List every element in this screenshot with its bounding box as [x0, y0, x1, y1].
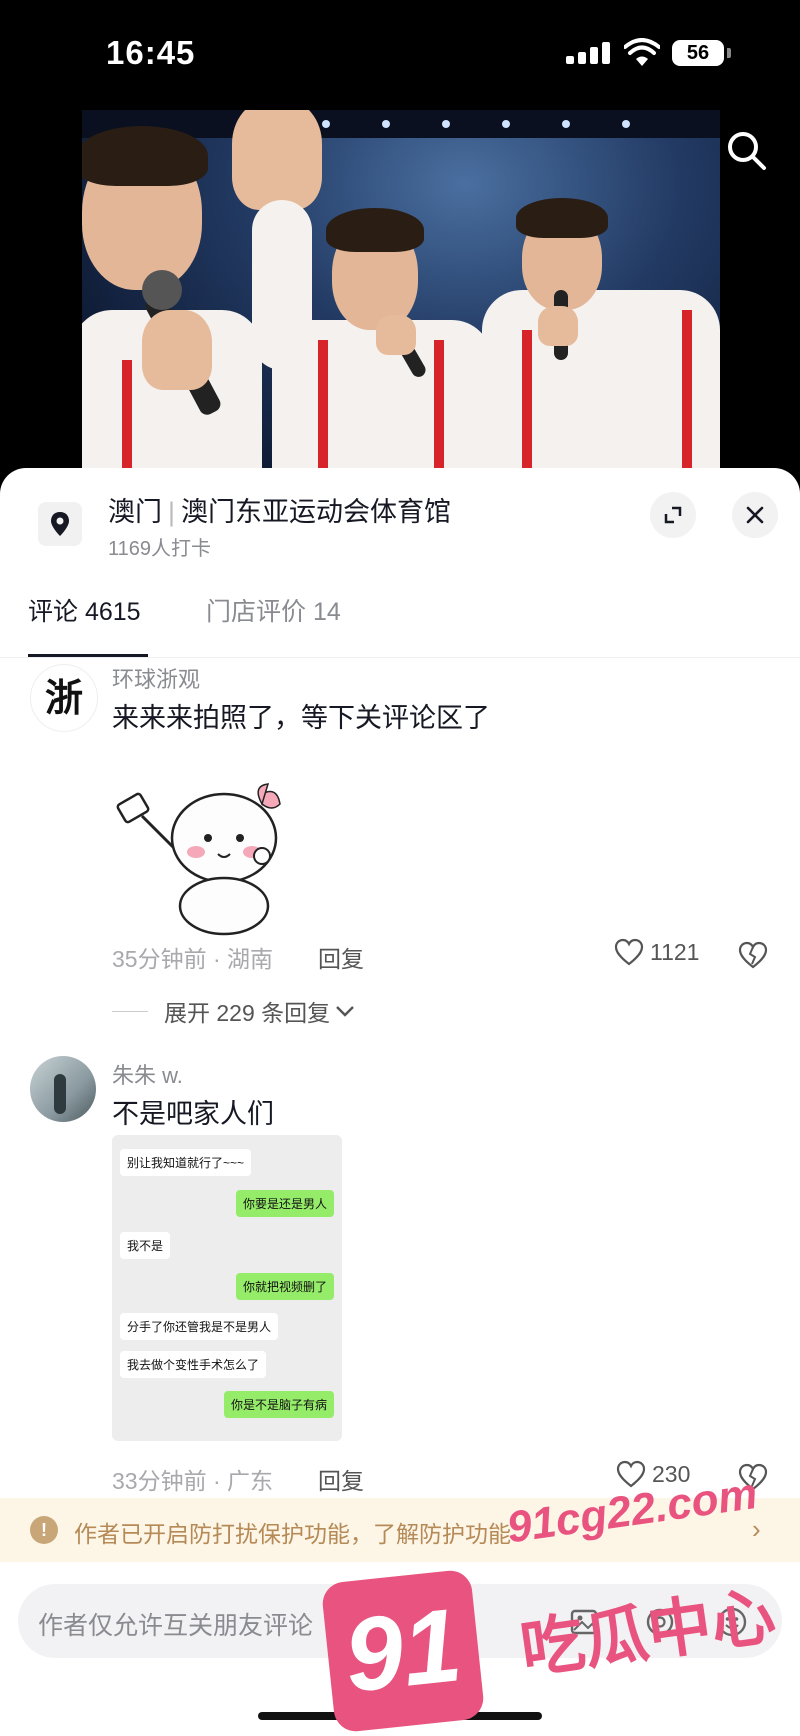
expand-replies-button[interactable]: 展开 229 条回复	[112, 994, 356, 1028]
location-city: 澳门	[108, 497, 162, 527]
tab-divider	[0, 657, 800, 658]
comment-time-location: 33分钟前 · 广东	[112, 1468, 274, 1494]
battery-tip	[727, 48, 731, 58]
stage-light	[562, 120, 570, 128]
chat-bubble: 别让我知道就行了~~~	[120, 1149, 252, 1176]
chat-screenshot-image[interactable]: 别让我知道就行了~~~ 你要是还是男人 我不是 你就把视频删了 分手了你还管我是…	[112, 1135, 342, 1441]
search-icon[interactable]	[724, 128, 770, 174]
comment-input-placeholder: 作者仅允许互关朋友评论	[38, 1612, 314, 1640]
stage-light	[502, 120, 510, 128]
location-title[interactable]: 澳门 | 澳门东亚运动会体育馆	[108, 490, 451, 529]
selfie-sticker-image[interactable]	[112, 756, 298, 936]
chevron-down-icon	[336, 1006, 355, 1017]
comment-text: 来来来拍照了，等下关评论区了	[112, 703, 490, 733]
location-venue: 澳门东亚运动会体育馆	[181, 497, 452, 527]
chat-bubble: 你要是还是男人	[235, 1190, 334, 1217]
chat-bubble: 我不是	[120, 1232, 171, 1259]
heart-icon	[614, 938, 644, 966]
watermark-badge: 91	[320, 1568, 486, 1734]
chat-bubble: 分手了你还管我是不是男人	[120, 1313, 279, 1340]
checkin-count: 1169人打卡	[108, 538, 212, 560]
video-player[interactable]	[82, 110, 720, 480]
chat-bubble: 你就把视频删了	[235, 1273, 334, 1300]
stage-light	[382, 120, 390, 128]
comment-username[interactable]: 环球浙观	[112, 662, 200, 694]
status-bar: 16:45 56	[0, 0, 800, 100]
battery-icon: 56	[672, 40, 724, 66]
signal-icon	[566, 42, 610, 64]
comment-username[interactable]: 朱朱 w.	[112, 1058, 183, 1090]
watermark-name: 吃瓜中心	[516, 1579, 780, 1687]
reply-button[interactable]: 回复	[318, 940, 364, 974]
close-icon[interactable]	[732, 492, 778, 538]
avatar-logo-text: 浙	[44, 675, 83, 720]
like-count: 1121	[650, 938, 700, 965]
expand-icon[interactable]	[650, 492, 696, 538]
stage-light	[322, 120, 330, 128]
broken-heart-icon[interactable]	[738, 940, 768, 970]
expand-line	[112, 1010, 148, 1012]
status-time: 16:45	[106, 34, 196, 71]
tab-store-reviews[interactable]: 门店评价 14	[206, 592, 341, 628]
comment-text: 不是吧家人们	[112, 1099, 274, 1129]
watermark: 91 91cg22.com 吃瓜中心	[320, 1469, 800, 1736]
stage-light	[442, 120, 450, 128]
waving-hand	[232, 110, 322, 210]
location-pin-icon	[38, 502, 82, 546]
comment-time-location: 35分钟前 · 湖南	[112, 946, 274, 972]
avatar[interactable]	[30, 1056, 96, 1122]
chat-bubble: 我去做个变性手术怎么了	[120, 1351, 267, 1378]
reply-button[interactable]: 回复	[318, 1462, 364, 1496]
stage-light	[622, 120, 630, 128]
chat-bubble: 你是不是脑子有病	[223, 1391, 334, 1418]
title-separator: |	[168, 497, 176, 527]
expand-replies-label: 展开 229 条回复	[164, 1000, 331, 1026]
like-button[interactable]: 1121	[614, 938, 699, 966]
avatar[interactable]: 浙	[30, 664, 98, 732]
alert-icon: !	[30, 1516, 58, 1544]
wifi-icon	[624, 38, 660, 66]
tab-comments[interactable]: 评论 4615	[28, 592, 141, 628]
